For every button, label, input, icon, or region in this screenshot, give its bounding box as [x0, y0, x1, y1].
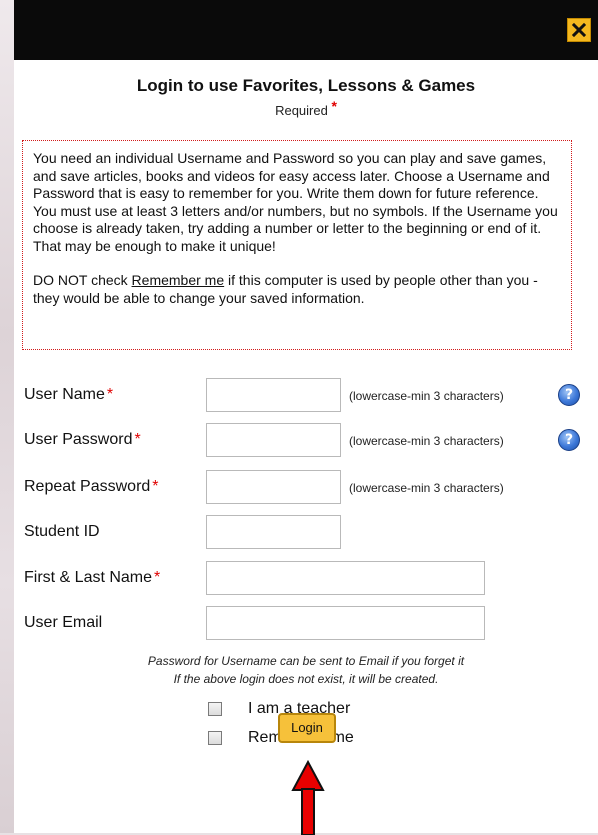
field-row-password: User Password * (lowercase-min 3 characte… [14, 423, 598, 457]
field-row-username: User Name * (lowercase-min 3 characters) … [14, 378, 598, 412]
field-label: User Password * [24, 431, 141, 449]
field-label-text: Student ID [24, 523, 100, 540]
dialog-titlebar [14, 0, 598, 60]
field-label-text: User Name [24, 386, 105, 403]
pointer-arrow-icon [291, 760, 325, 835]
email-input[interactable] [206, 606, 485, 640]
close-x-icon [572, 23, 586, 37]
field-row-repeat-password: Repeat Password * (lowercase-min 3 charac… [14, 470, 598, 504]
login-dialog: Login to use Favorites, Lessons & Games … [14, 0, 598, 835]
help-question-icon[interactable]: ? [558, 384, 580, 406]
required-star: * [154, 569, 161, 586]
required-star: * [331, 98, 337, 114]
info-paragraph-1: You need an individual Username and Pass… [33, 150, 558, 254]
field-label: User Email [24, 614, 102, 632]
required-note: Required * [14, 98, 598, 118]
required-star: * [106, 386, 114, 403]
help-question-icon[interactable]: ? [558, 429, 580, 451]
field-row-student-id: Student ID [14, 515, 598, 549]
field-hint: (lowercase-min 3 characters) [349, 434, 504, 448]
remember-me-checkbox[interactable] [208, 731, 222, 745]
field-label: Repeat Password * [24, 478, 159, 496]
dialog-title: Login to use Favorites, Lessons & Games [136, 76, 476, 95]
password-email-note: Password for Username can be sent to Ema… [147, 654, 465, 668]
field-label-text: User Email [24, 614, 103, 631]
field-hint: (lowercase-min 3 characters) [349, 389, 504, 403]
remember-me-mention: Remember me [131, 272, 225, 288]
info-box: You need an individual Username and Pass… [22, 140, 572, 350]
info-paragraph-2: DO NOT check Remember me if this compute… [33, 272, 561, 307]
field-label: Student ID [24, 523, 100, 541]
repeat-password-input[interactable] [206, 470, 341, 504]
field-row-full-name: First & Last Name * [14, 561, 598, 595]
login-button[interactable]: Login [278, 713, 336, 743]
required-star: * [152, 478, 159, 495]
password-input[interactable] [206, 423, 341, 457]
field-label: First & Last Name * [24, 569, 160, 587]
field-label: User Name * [24, 386, 113, 404]
username-input[interactable] [206, 378, 341, 412]
login-create-note: If the above login does not exist, it wi… [173, 672, 439, 686]
required-label: Required [275, 103, 328, 118]
teacher-checkbox[interactable] [208, 702, 222, 716]
field-hint: (lowercase-min 3 characters) [349, 481, 504, 495]
full-name-input[interactable] [206, 561, 485, 595]
field-label-text: User Password [24, 431, 133, 448]
field-label-text: First & Last Name [24, 569, 153, 586]
field-label-text: Repeat Password [24, 478, 151, 495]
background-left-strip [0, 0, 14, 833]
field-row-email: User Email [14, 606, 598, 640]
close-button[interactable] [567, 18, 591, 42]
info-text: DO NOT check [33, 272, 132, 288]
student-id-input[interactable] [206, 515, 341, 549]
required-star: * [134, 431, 141, 448]
